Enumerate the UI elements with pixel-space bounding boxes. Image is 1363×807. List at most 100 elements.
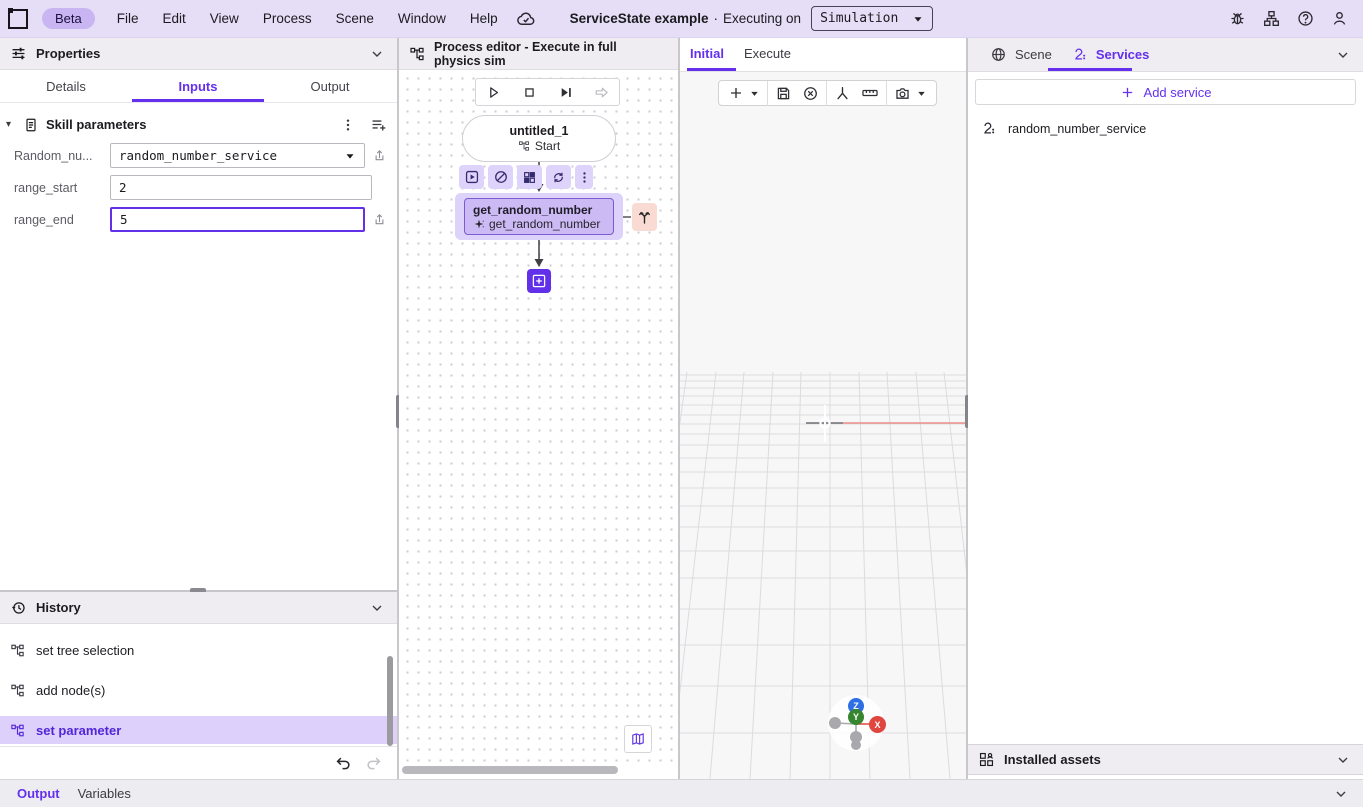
field-label: Random_nu... xyxy=(14,149,110,163)
minimap-toggle-button[interactable] xyxy=(624,725,652,753)
gizmo-x-axis[interactable]: X xyxy=(869,716,886,733)
menu-view[interactable]: View xyxy=(198,5,251,32)
sync-icon[interactable] xyxy=(546,165,571,189)
help-icon[interactable] xyxy=(1296,9,1315,28)
ruler-icon[interactable] xyxy=(856,81,884,105)
properties-tabs: Details Inputs Output xyxy=(0,70,397,103)
undo-icon[interactable] xyxy=(334,754,352,772)
task-node-title: get_random_number xyxy=(473,203,605,217)
tab-output[interactable]: Output xyxy=(8,786,69,801)
task-node[interactable]: get_random_number get_random_number xyxy=(464,198,614,235)
add-node-button[interactable] xyxy=(527,269,551,293)
playlist-add-icon[interactable] xyxy=(370,116,387,133)
menu-process[interactable]: Process xyxy=(251,5,324,32)
process-hscrollbar-track xyxy=(399,762,678,779)
skill-parameters-actions xyxy=(340,116,387,133)
tab-initial[interactable]: Initial xyxy=(680,38,734,69)
org-structure-icon[interactable] xyxy=(1262,9,1281,28)
kebab-icon[interactable] xyxy=(340,117,356,133)
start-node[interactable]: untitled_1 Start xyxy=(462,115,616,162)
account-icon[interactable] xyxy=(1330,9,1349,28)
execution-target-select[interactable]: Simulation xyxy=(811,6,933,31)
boxed-play-icon[interactable] xyxy=(459,165,484,189)
tab-inputs[interactable]: Inputs xyxy=(132,70,264,102)
tab-variables[interactable]: Variables xyxy=(69,786,140,801)
cloud-sync-icon[interactable] xyxy=(516,9,536,29)
gizmo-x-label: X xyxy=(874,720,880,730)
menu-window[interactable]: Window xyxy=(386,5,458,32)
properties-icon xyxy=(10,45,27,62)
disable-icon[interactable] xyxy=(488,165,513,189)
history-collapse-chevron[interactable] xyxy=(369,600,385,616)
collapse-caret-icon[interactable]: ▾ xyxy=(6,119,16,130)
grid-squares-icon[interactable] xyxy=(517,165,542,189)
kebab-icon[interactable] xyxy=(575,165,593,189)
tab-output[interactable]: Output xyxy=(264,70,396,102)
step-icon[interactable] xyxy=(557,84,574,101)
output-bar: Output Variables xyxy=(0,779,1363,807)
menu-file[interactable]: File xyxy=(105,5,151,32)
tab-services[interactable]: Services xyxy=(1062,38,1160,71)
gizmo-neg-z-axis[interactable] xyxy=(851,740,861,750)
start-node-title: untitled_1 xyxy=(509,124,568,138)
task-node-selection[interactable]: get_random_number get_random_number xyxy=(455,193,623,240)
panel-collapse-chevron[interactable] xyxy=(1335,47,1351,63)
behavior-tree-icon xyxy=(409,46,425,62)
service-select-value: random_number_service xyxy=(119,148,277,163)
service-list-item[interactable]: random_number_service xyxy=(968,112,1363,146)
camera-caret[interactable] xyxy=(916,81,932,105)
properties-header: Properties xyxy=(0,38,397,70)
history-scrollbar[interactable] xyxy=(387,656,393,746)
save-icon[interactable] xyxy=(770,81,797,105)
circle-x-icon[interactable] xyxy=(797,81,824,105)
menu-help[interactable]: Help xyxy=(458,5,510,32)
add-object-button[interactable] xyxy=(723,81,749,105)
installed-assets-chevron[interactable] xyxy=(1335,752,1351,768)
history-item-selected[interactable]: set parameter xyxy=(0,716,397,744)
branch-badge[interactable] xyxy=(632,203,657,231)
viewport-3d[interactable]: Z Y X xyxy=(680,72,966,779)
service-icon xyxy=(981,121,997,137)
tab-details[interactable]: Details xyxy=(0,70,132,102)
camera-icon[interactable] xyxy=(889,81,916,105)
tab-scene[interactable]: Scene xyxy=(980,38,1062,71)
service-select[interactable]: random_number_service xyxy=(110,143,365,168)
viewport-toolbar xyxy=(718,80,937,106)
menu-edit[interactable]: Edit xyxy=(151,5,198,32)
installed-assets-header[interactable]: Installed assets xyxy=(968,744,1363,775)
skill-parameters-title: Skill parameters xyxy=(46,117,146,132)
gizmo-neg-x-axis[interactable] xyxy=(829,717,841,729)
field-row-range-end: range_end xyxy=(14,207,387,232)
tripod-icon[interactable] xyxy=(829,81,856,105)
history-item[interactable]: add node(s) xyxy=(0,676,397,704)
active-tab-underline xyxy=(132,99,264,102)
range-start-input[interactable] xyxy=(119,180,363,195)
skip-icon[interactable] xyxy=(593,84,610,101)
output-bar-chevron[interactable] xyxy=(1333,786,1349,802)
ground-grid xyxy=(680,72,966,779)
properties-collapse-chevron[interactable] xyxy=(369,46,385,62)
behavior-tree-icon xyxy=(10,683,25,698)
history-item[interactable]: set tree selection xyxy=(0,636,397,664)
tab-scene-label: Scene xyxy=(1015,47,1052,62)
bind-parameter-icon[interactable] xyxy=(372,148,387,163)
history-item-label: set parameter xyxy=(36,723,121,738)
menu-scene[interactable]: Scene xyxy=(324,5,386,32)
app-logo[interactable] xyxy=(8,9,28,29)
play-icon[interactable] xyxy=(485,84,502,101)
process-hscrollbar-thumb[interactable] xyxy=(402,766,618,774)
range-end-input[interactable] xyxy=(120,212,355,227)
main-area: Properties Details Inputs Output ▾ Skill… xyxy=(0,38,1363,779)
bug-report-icon[interactable] xyxy=(1228,9,1247,28)
redo-icon[interactable] xyxy=(365,754,383,772)
tab-execute[interactable]: Execute xyxy=(734,38,801,69)
stop-icon[interactable] xyxy=(521,84,538,101)
process-canvas[interactable]: untitled_1 Start get_random_number xyxy=(399,70,678,762)
bind-parameter-icon[interactable] xyxy=(372,212,387,227)
topbar-actions xyxy=(1228,9,1349,28)
properties-title: Properties xyxy=(36,46,100,61)
add-object-caret[interactable] xyxy=(749,81,765,105)
add-service-button[interactable]: Add service xyxy=(975,79,1356,105)
installed-assets-label: Installed assets xyxy=(1004,752,1101,767)
gizmo-y-axis[interactable]: Y xyxy=(848,709,864,725)
